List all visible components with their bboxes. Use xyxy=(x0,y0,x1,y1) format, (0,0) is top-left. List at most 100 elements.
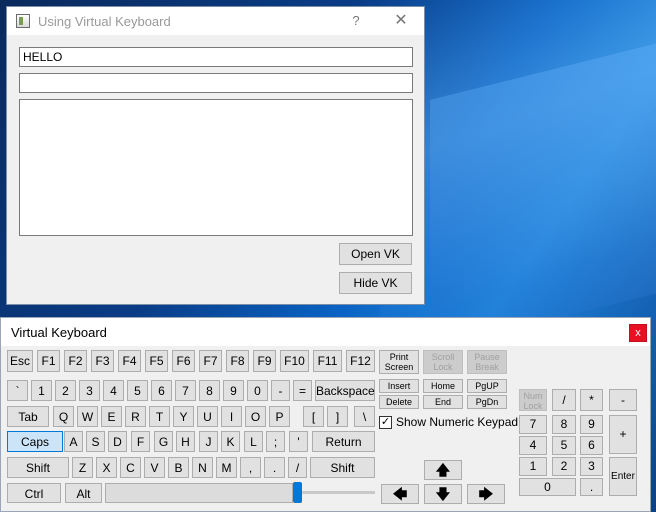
key-v[interactable]: V xyxy=(144,457,165,478)
key-b[interactable]: B xyxy=(168,457,189,478)
show-numeric-checkbox[interactable]: ✓ xyxy=(379,415,392,429)
key-f4[interactable]: F4 xyxy=(118,350,141,372)
arrow-down-icon[interactable]: 🡇 xyxy=(424,484,462,504)
key-4[interactable]: 4 xyxy=(103,380,124,401)
key-period[interactable]: . xyxy=(264,457,285,478)
key-return[interactable]: Return xyxy=(312,431,375,452)
slider-track[interactable] xyxy=(301,491,375,494)
key-print-screen[interactable]: Print Screen xyxy=(379,350,419,374)
key-c[interactable]: C xyxy=(120,457,141,478)
key-np-9[interactable]: 9 xyxy=(580,415,603,434)
key-np-dot[interactable]: . xyxy=(580,478,603,496)
key-f3[interactable]: F3 xyxy=(91,350,114,372)
key-quote[interactable]: ' xyxy=(289,431,308,452)
key-7[interactable]: 7 xyxy=(175,380,196,401)
key-pgup[interactable]: PgUP xyxy=(467,379,507,393)
key-x[interactable]: X xyxy=(96,457,117,478)
key-delete[interactable]: Delete xyxy=(379,395,419,409)
key-1[interactable]: 1 xyxy=(31,380,52,401)
key-right-shift[interactable]: Shift xyxy=(310,457,375,478)
key-left-shift[interactable]: Shift xyxy=(7,457,69,478)
key-np-minus[interactable]: - xyxy=(609,389,637,411)
key-esc[interactable]: Esc xyxy=(7,350,33,372)
keyboard-close-icon[interactable]: x xyxy=(629,324,647,342)
arrow-right-icon[interactable]: 🡆 xyxy=(467,484,505,504)
key-backspace[interactable]: Backspace xyxy=(315,380,375,401)
key-np-4[interactable]: 4 xyxy=(519,436,547,455)
key-e[interactable]: E xyxy=(101,406,122,427)
key-l[interactable]: L xyxy=(244,431,263,452)
key-insert[interactable]: Insert xyxy=(379,379,419,393)
key-5[interactable]: 5 xyxy=(127,380,148,401)
text-input-2[interactable] xyxy=(19,73,413,93)
key-slash[interactable]: / xyxy=(288,457,307,478)
close-icon[interactable]: ✕ xyxy=(389,7,413,35)
key-backtick[interactable]: ` xyxy=(7,380,28,401)
key-n[interactable]: N xyxy=(192,457,213,478)
key-i[interactable]: I xyxy=(221,406,242,427)
key-3[interactable]: 3 xyxy=(79,380,100,401)
key-np-enter[interactable]: Enter xyxy=(609,457,637,496)
key-np-2[interactable]: 2 xyxy=(552,457,576,476)
key-end[interactable]: End xyxy=(423,395,463,409)
arrow-left-icon[interactable]: 🡄 xyxy=(381,484,419,504)
key-r[interactable]: R xyxy=(125,406,146,427)
key-y[interactable]: Y xyxy=(173,406,194,427)
key-0[interactable]: 0 xyxy=(247,380,268,401)
key-np-plus[interactable]: + xyxy=(609,415,637,454)
key-t[interactable]: T xyxy=(149,406,170,427)
key-d[interactable]: D xyxy=(108,431,127,452)
key-scroll-lock[interactable]: Scroll Lock xyxy=(423,350,463,374)
key-np-0[interactable]: 0 xyxy=(519,478,576,496)
key-p[interactable]: P xyxy=(269,406,290,427)
key-comma[interactable]: , xyxy=(240,457,261,478)
key-f9[interactable]: F9 xyxy=(253,350,276,372)
key-np-7[interactable]: 7 xyxy=(519,415,547,434)
show-numeric-keypad-toggle[interactable]: ✓ Show Numeric Keypad xyxy=(379,415,518,429)
key-ctrl[interactable]: Ctrl xyxy=(7,483,61,503)
key-backslash[interactable]: \ xyxy=(354,406,375,427)
key-f10[interactable]: F10 xyxy=(280,350,309,372)
key-right-bracket[interactable]: ] xyxy=(327,406,348,427)
text-area[interactable] xyxy=(19,99,413,236)
key-u[interactable]: U xyxy=(197,406,218,427)
text-input-1[interactable]: HELLO xyxy=(19,47,413,67)
key-f1[interactable]: F1 xyxy=(37,350,60,372)
key-caps[interactable]: Caps xyxy=(7,431,63,452)
key-numlock[interactable]: Num Lock xyxy=(519,389,547,411)
key-a[interactable]: A xyxy=(64,431,83,452)
key-g[interactable]: G xyxy=(154,431,173,452)
key-z[interactable]: Z xyxy=(72,457,93,478)
dialog-titlebar[interactable]: Using Virtual Keyboard ? ✕ xyxy=(7,7,424,35)
key-f[interactable]: F xyxy=(131,431,150,452)
key-tab[interactable]: Tab xyxy=(7,406,49,427)
key-np-divide[interactable]: / xyxy=(552,389,576,411)
hide-vk-button[interactable]: Hide VK xyxy=(339,272,412,294)
key-alt[interactable]: Alt xyxy=(65,483,102,503)
key-m[interactable]: M xyxy=(216,457,237,478)
key-pause-break[interactable]: Pause Break xyxy=(467,350,507,374)
help-button[interactable]: ? xyxy=(345,7,367,35)
key-9[interactable]: 9 xyxy=(223,380,244,401)
key-w[interactable]: W xyxy=(77,406,98,427)
key-np-5[interactable]: 5 xyxy=(552,436,576,455)
key-home[interactable]: Home xyxy=(423,379,463,393)
key-h[interactable]: H xyxy=(176,431,195,452)
space-bar[interactable] xyxy=(105,483,293,503)
key-k[interactable]: K xyxy=(221,431,240,452)
open-vk-button[interactable]: Open VK xyxy=(339,243,412,265)
keyboard-titlebar[interactable]: Virtual Keyboard x xyxy=(1,318,650,346)
arrow-up-icon[interactable]: 🡅 xyxy=(424,460,462,480)
key-np-8[interactable]: 8 xyxy=(552,415,576,434)
key-f5[interactable]: F5 xyxy=(145,350,168,372)
key-semicolon[interactable]: ; xyxy=(266,431,285,452)
key-f6[interactable]: F6 xyxy=(172,350,195,372)
key-pgdn[interactable]: PgDn xyxy=(467,395,507,409)
key-o[interactable]: O xyxy=(245,406,266,427)
key-left-bracket[interactable]: [ xyxy=(303,406,324,427)
key-f2[interactable]: F2 xyxy=(64,350,87,372)
key-f11[interactable]: F11 xyxy=(313,350,342,372)
key-np-multiply[interactable]: * xyxy=(580,389,603,411)
slider-thumb[interactable] xyxy=(293,482,302,503)
key-f8[interactable]: F8 xyxy=(226,350,249,372)
